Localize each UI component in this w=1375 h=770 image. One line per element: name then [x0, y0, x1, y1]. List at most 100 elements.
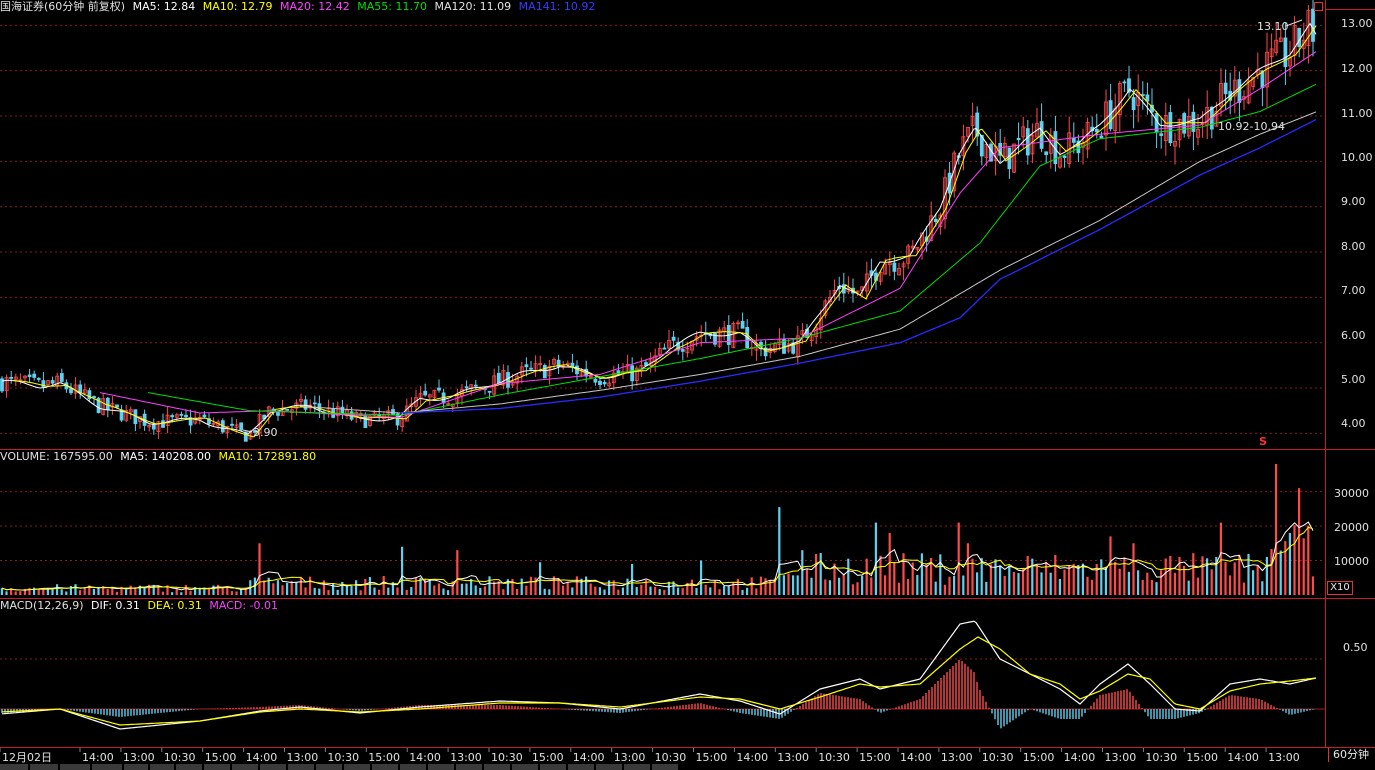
volume-bar[interactable] [976, 572, 979, 595]
candle-body[interactable] [9, 376, 14, 379]
volume-bar[interactable] [1183, 565, 1186, 595]
volume-bar[interactable] [364, 578, 367, 595]
volume-bar[interactable] [1256, 565, 1259, 595]
candle-body[interactable] [529, 367, 533, 370]
volume-bar[interactable] [115, 591, 118, 595]
volume-bar[interactable] [520, 578, 523, 595]
volume-bar[interactable] [1201, 556, 1204, 595]
candle-body[interactable] [437, 387, 441, 391]
volume-bar[interactable] [14, 591, 17, 595]
volume-bar[interactable] [796, 575, 799, 595]
candle-body[interactable] [671, 336, 676, 341]
volume-bar[interactable] [1150, 580, 1153, 595]
candle-body[interactable] [496, 372, 501, 384]
candle-body[interactable] [1159, 133, 1164, 136]
volume-bar[interactable] [934, 581, 937, 595]
volume-bar[interactable] [999, 565, 1002, 595]
volume-bar[interactable] [276, 580, 279, 595]
volume-bar[interactable] [870, 577, 873, 595]
volume-bar[interactable] [879, 555, 882, 595]
candle-body[interactable] [598, 380, 602, 386]
volume-bar[interactable] [764, 578, 767, 595]
bottom-tab[interactable] [30, 764, 59, 770]
volume-bar[interactable] [598, 587, 601, 595]
volume-bar[interactable] [1040, 572, 1043, 595]
volume-bar[interactable] [1233, 562, 1236, 595]
candle-body[interactable] [271, 408, 276, 411]
volume-bar[interactable] [230, 591, 233, 595]
volume-bar[interactable] [700, 560, 703, 595]
volume-bar[interactable] [585, 576, 588, 595]
volume-bar[interactable] [184, 585, 187, 595]
volume-bar[interactable] [815, 553, 818, 595]
candle-body[interactable] [1099, 135, 1104, 139]
candle-body[interactable] [1122, 81, 1127, 84]
volume-bar[interactable] [575, 576, 578, 595]
volume-bar[interactable] [525, 585, 528, 595]
volume-bar[interactable] [1022, 568, 1025, 595]
period-selector[interactable]: 60分钟 [1328, 748, 1373, 762]
candle-body[interactable] [92, 396, 96, 399]
candle-body[interactable] [1145, 94, 1150, 102]
volume-bar[interactable] [920, 553, 923, 595]
volume-bar[interactable] [916, 574, 919, 595]
volume-bar[interactable] [539, 562, 542, 595]
volume-bar[interactable] [782, 575, 785, 595]
volume-bar[interactable] [502, 589, 505, 595]
volume-bar[interactable] [1187, 580, 1190, 595]
volume-bar[interactable] [925, 564, 928, 595]
volume-bar[interactable] [433, 585, 436, 595]
volume-bar[interactable] [727, 585, 730, 595]
bottom-tab[interactable] [92, 764, 123, 770]
volume-bar[interactable] [667, 581, 670, 595]
candle-body[interactable] [740, 320, 745, 329]
volume-bar[interactable] [483, 586, 486, 595]
candle-body[interactable] [32, 373, 37, 378]
candle-body[interactable] [161, 420, 165, 428]
macd-histogram[interactable] [1, 620, 1317, 730]
volume-bar[interactable] [373, 587, 376, 595]
bottom-tab[interactable] [456, 764, 483, 770]
volume-bar[interactable] [313, 587, 316, 595]
volume-bar[interactable] [681, 588, 684, 595]
volume-bar[interactable] [1077, 565, 1080, 595]
volume-bar[interactable] [511, 578, 514, 595]
candle-body[interactable] [1094, 128, 1099, 133]
volume-bar[interactable] [28, 587, 31, 595]
volume-bar[interactable] [1298, 488, 1301, 595]
candle-body[interactable] [239, 422, 244, 431]
volume-bar[interactable] [723, 586, 726, 595]
volume-bar[interactable] [957, 522, 960, 595]
bottom-tab[interactable] [204, 764, 231, 770]
bottom-tab[interactable] [288, 764, 315, 770]
candle-body[interactable] [78, 384, 83, 393]
volume-bar[interactable] [888, 532, 891, 595]
candle-body[interactable] [276, 412, 280, 416]
volume-bar[interactable] [111, 587, 114, 595]
volume-bar[interactable] [272, 583, 275, 595]
volume-bar[interactable] [309, 576, 312, 595]
volume-bar[interactable] [543, 588, 546, 595]
volume-bar[interactable] [327, 590, 330, 595]
volume-bar[interactable] [1169, 555, 1172, 595]
volume-bar[interactable] [355, 580, 358, 595]
volume-bar[interactable] [171, 592, 174, 595]
candle-body[interactable] [464, 386, 469, 389]
volume-bar[interactable] [1012, 571, 1015, 595]
candle-body[interactable] [602, 382, 607, 385]
candle-body[interactable] [170, 415, 175, 418]
candle-body[interactable] [285, 408, 290, 411]
volume-bar[interactable] [736, 578, 739, 595]
volume-bar[interactable] [971, 558, 974, 595]
candle-body[interactable] [27, 374, 32, 378]
volume-bar[interactable] [755, 588, 758, 595]
volume-bar[interactable] [1311, 576, 1314, 595]
candle-body[interactable] [570, 362, 575, 368]
volume-bar[interactable] [1137, 570, 1140, 595]
volume-bar[interactable] [824, 579, 827, 595]
volume-bar[interactable] [778, 507, 781, 595]
volume-bar[interactable] [842, 573, 845, 595]
volume-bar[interactable] [1224, 561, 1227, 595]
volume-bar[interactable] [65, 591, 68, 595]
volume-bar[interactable] [382, 576, 385, 595]
